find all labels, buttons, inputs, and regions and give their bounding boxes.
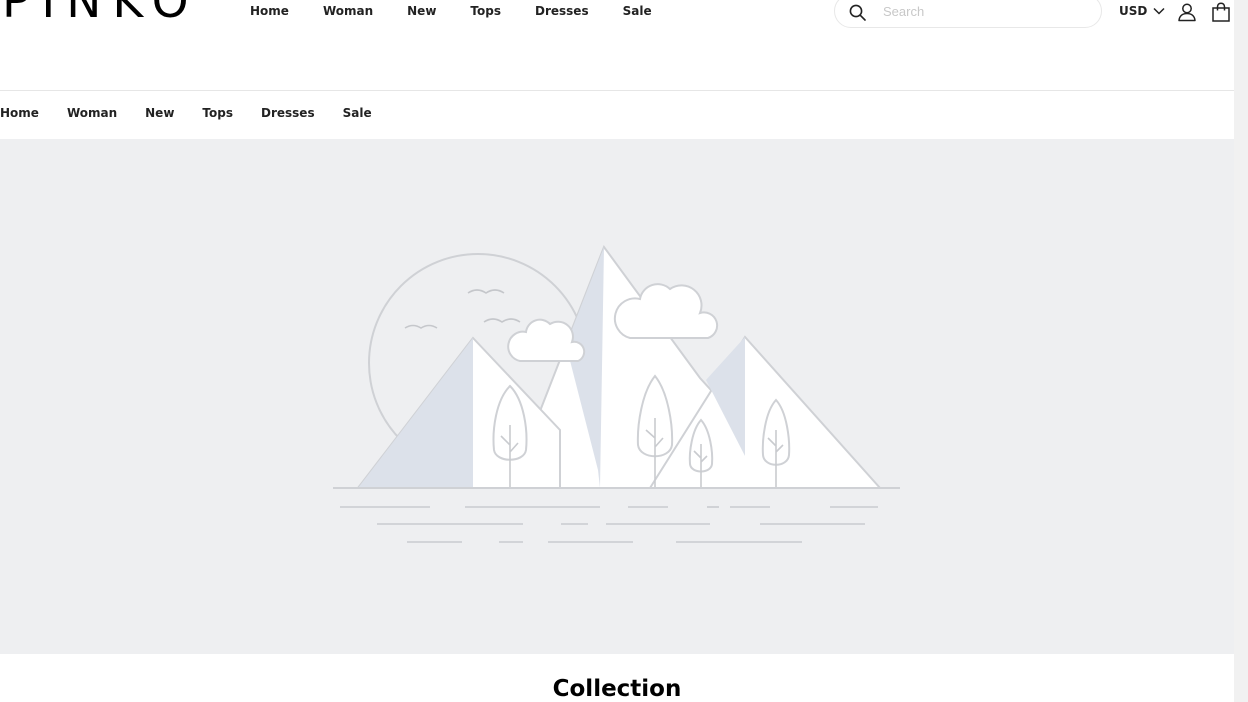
primary-nav-new[interactable]: New — [407, 4, 436, 18]
secondary-nav-dresses[interactable]: Dresses — [261, 106, 315, 120]
account-button[interactable] — [1177, 2, 1197, 26]
secondary-nav-woman[interactable]: Woman — [67, 106, 117, 120]
currency-selector[interactable]: USD — [1119, 4, 1165, 18]
primary-nav-dresses[interactable]: Dresses — [535, 4, 589, 18]
primary-nav-home[interactable]: Home — [250, 4, 289, 18]
hero-banner[interactable] — [0, 139, 1234, 654]
primary-nav-woman[interactable]: Woman — [323, 4, 373, 18]
chevron-down-icon — [1153, 7, 1165, 15]
currency-value: USD — [1119, 4, 1148, 18]
search-input[interactable] — [881, 3, 1085, 20]
primary-nav-sale[interactable]: Sale — [623, 4, 652, 18]
primary-nav: Home Woman New Tops Dresses Sale — [250, 4, 686, 18]
secondary-nav-sale[interactable]: Sale — [343, 106, 372, 120]
secondary-nav-new[interactable]: New — [145, 106, 174, 120]
brand-logo[interactable]: PINKO — [2, 0, 200, 25]
primary-nav-tops[interactable]: Tops — [470, 4, 501, 18]
secondary-nav: Home Woman New Tops Dresses Sale — [0, 106, 400, 120]
image-placeholder-icon — [333, 244, 900, 543]
search-box[interactable] — [834, 0, 1102, 28]
search-icon[interactable] — [849, 4, 866, 21]
secondary-nav-home[interactable]: Home — [0, 106, 39, 120]
secondary-nav-tops[interactable]: Tops — [202, 106, 233, 120]
section-title: Collection — [552, 676, 682, 702]
page-scrollbar[interactable] — [1234, 0, 1248, 702]
user-icon — [1178, 3, 1196, 22]
cart-button[interactable] — [1211, 2, 1231, 26]
site-header: PINKO Home Woman New Tops Dresses Sale U… — [0, 0, 1234, 91]
bag-icon — [1212, 2, 1230, 22]
